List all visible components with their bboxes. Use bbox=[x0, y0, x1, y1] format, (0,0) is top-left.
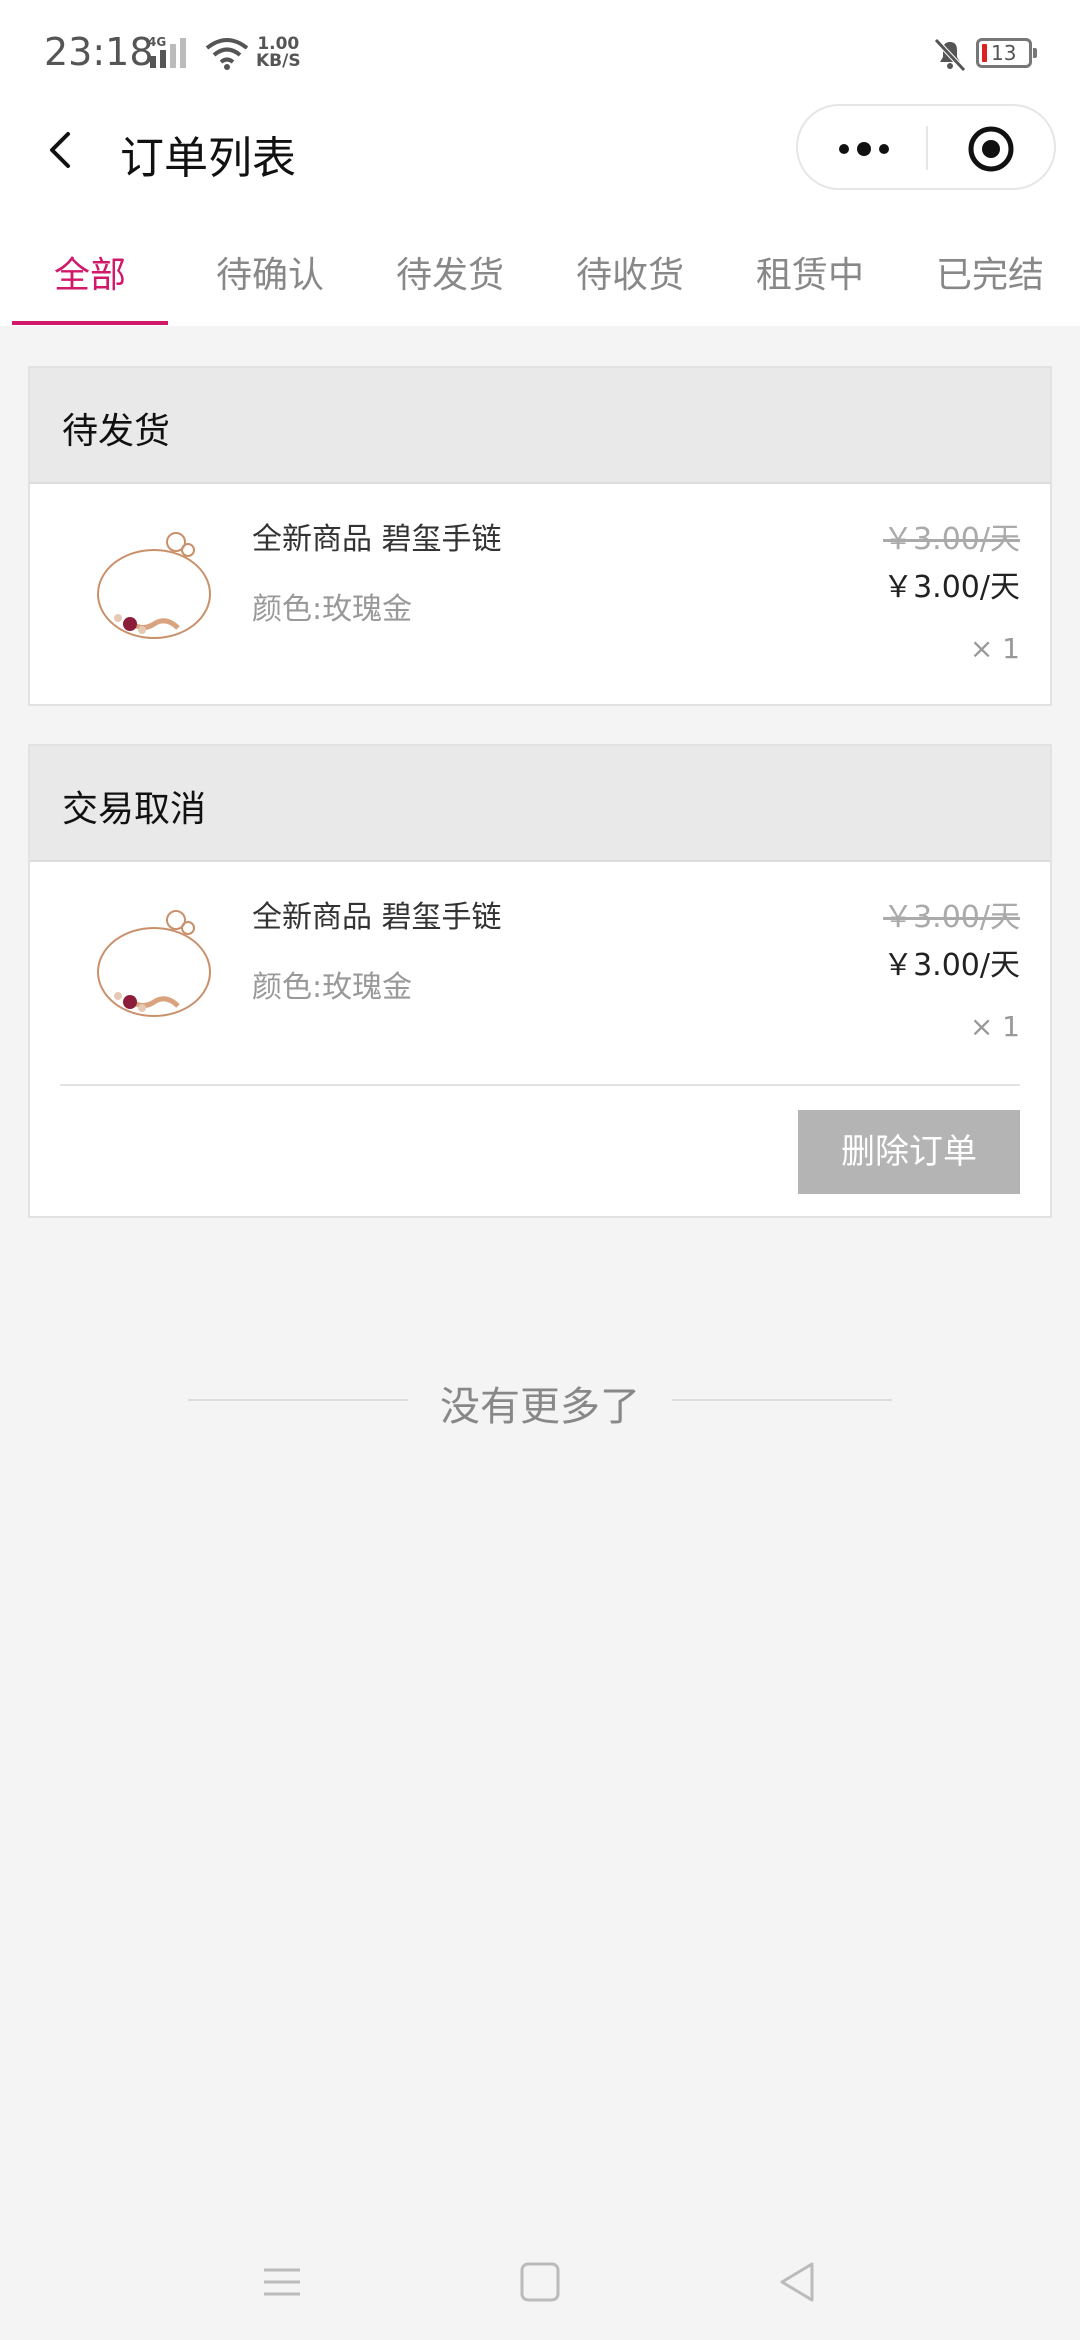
order-card[interactable]: 交易取消 全新商品 碧玺手链 颜色:玫瑰金 ￥3.00/天 ￥3.00/天 × … bbox=[28, 744, 1052, 1218]
tab-all[interactable]: 全部 bbox=[0, 246, 180, 298]
tab-completed[interactable]: 已完结 bbox=[900, 246, 1080, 298]
back-triangle-icon[interactable] bbox=[770, 2254, 826, 2310]
more-icon[interactable] bbox=[834, 134, 894, 164]
tab-pending-ship[interactable]: 待发货 bbox=[360, 246, 540, 298]
cellular-signal-icon: 4G bbox=[148, 35, 186, 68]
order-header: 交易取消 bbox=[30, 746, 1050, 862]
capsule-divider bbox=[926, 126, 928, 170]
order-card[interactable]: 待发货 全新商品 碧玺手链 颜色:玫瑰金 ￥3.00/天 ￥3.00/天 × 1 bbox=[28, 366, 1052, 706]
network-type: 4G bbox=[148, 35, 166, 49]
item-attribute: 颜色:玫瑰金 bbox=[252, 592, 413, 627]
home-icon[interactable] bbox=[512, 2254, 568, 2310]
status-bar: 23:18 4G 1.00 KB/S 13 bbox=[0, 0, 1080, 100]
network-speed: 1.00 KB/S bbox=[256, 36, 301, 70]
delete-order-button[interactable]: 删除订单 bbox=[798, 1110, 1020, 1194]
close-target-icon[interactable] bbox=[966, 124, 1016, 174]
no-more-divider: 没有更多了 bbox=[188, 1370, 892, 1430]
battery-text: 13 bbox=[991, 41, 1017, 65]
tab-pending-receive[interactable]: 待收货 bbox=[540, 246, 720, 298]
item-name: 全新商品 碧玺手链 bbox=[252, 522, 502, 557]
bell-muted-icon bbox=[934, 38, 966, 72]
order-item[interactable]: 全新商品 碧玺手链 颜色:玫瑰金 ￥3.00/天 ￥3.00/天 × 1 bbox=[30, 862, 1050, 1080]
item-name: 全新商品 碧玺手链 bbox=[252, 900, 502, 935]
order-tabs: 全部 待确认 待发货 待收货 租赁中 已完结 bbox=[0, 200, 1080, 326]
menu-icon[interactable] bbox=[254, 2254, 310, 2310]
no-more-text: 没有更多了 bbox=[440, 1384, 640, 1430]
order-item[interactable]: 全新商品 碧玺手链 颜色:玫瑰金 ￥3.00/天 ￥3.00/天 × 1 bbox=[30, 484, 1050, 702]
original-price: ￥3.00/天 bbox=[883, 900, 1020, 935]
back-arrow-icon[interactable] bbox=[40, 120, 80, 180]
battery-level bbox=[982, 44, 987, 62]
item-quantity: × 1 bbox=[969, 1010, 1020, 1043]
bracelet-image bbox=[97, 532, 211, 639]
item-attribute: 颜色:玫瑰金 bbox=[252, 970, 413, 1005]
rental-price: ￥3.00/天 bbox=[883, 570, 1020, 605]
order-header: 待发货 bbox=[30, 368, 1050, 484]
miniprogram-capsule bbox=[796, 104, 1056, 190]
order-status: 待发货 bbox=[62, 411, 171, 452]
page-title: 订单列表 bbox=[120, 133, 296, 184]
status-time: 23:18 bbox=[44, 30, 154, 74]
order-status: 交易取消 bbox=[62, 789, 207, 830]
rental-price: ￥3.00/天 bbox=[883, 948, 1020, 983]
wifi-icon bbox=[205, 38, 249, 70]
nav-bar: 订单列表 bbox=[0, 100, 1080, 200]
tab-renting[interactable]: 租赁中 bbox=[720, 246, 900, 298]
card-divider bbox=[60, 1084, 1020, 1086]
item-quantity: × 1 bbox=[969, 632, 1020, 665]
original-price: ￥3.00/天 bbox=[883, 522, 1020, 557]
speed-unit: KB/S bbox=[256, 51, 301, 71]
bracelet-image bbox=[97, 910, 211, 1017]
tab-pending-confirm[interactable]: 待确认 bbox=[180, 246, 360, 298]
system-navigation-bar bbox=[0, 2230, 1080, 2340]
tab-indicator bbox=[12, 321, 168, 325]
battery-icon: 13 bbox=[976, 38, 1037, 68]
